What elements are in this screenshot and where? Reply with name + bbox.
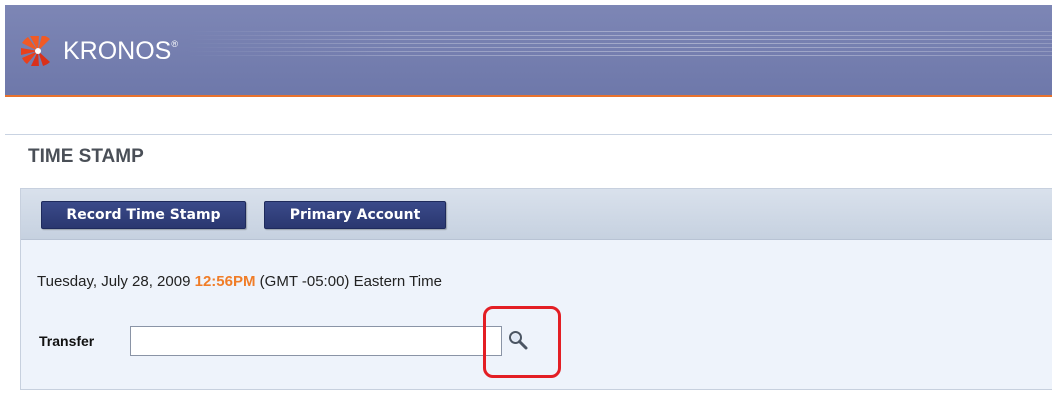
timezone-text: (GMT -05:00) Eastern Time <box>259 273 442 290</box>
kronos-page: KRONOS® TIME STAMP Record Time Stamp Pri… <box>0 0 1052 393</box>
search-highlight-box <box>483 306 561 378</box>
record-time-stamp-button[interactable]: Record Time Stamp <box>41 201 246 229</box>
time-text: 12:56PM <box>194 273 256 290</box>
header-bar: KRONOS® <box>5 5 1052 95</box>
current-datetime: Tuesday, July 28, 2009 12:56PM (GMT -05:… <box>37 273 442 290</box>
divider <box>5 134 1052 135</box>
header-decoration <box>185 31 1052 57</box>
date-text: Tuesday, July 28, 2009 <box>37 273 191 290</box>
kronos-sunburst-icon <box>21 36 50 66</box>
header-accent-line <box>5 95 1052 97</box>
logo-registered-mark: ® <box>171 38 178 49</box>
kronos-logo: KRONOS® <box>21 36 178 66</box>
primary-account-button[interactable]: Primary Account <box>264 201 446 229</box>
logo-text: KRONOS® <box>63 37 178 66</box>
page-title: TIME STAMP <box>28 146 144 167</box>
logo-wordmark: KRONOS <box>63 36 172 65</box>
transfer-input[interactable] <box>130 326 502 356</box>
transfer-label: Transfer <box>39 333 95 349</box>
toolbar: Record Time Stamp Primary Account <box>21 189 1052 240</box>
